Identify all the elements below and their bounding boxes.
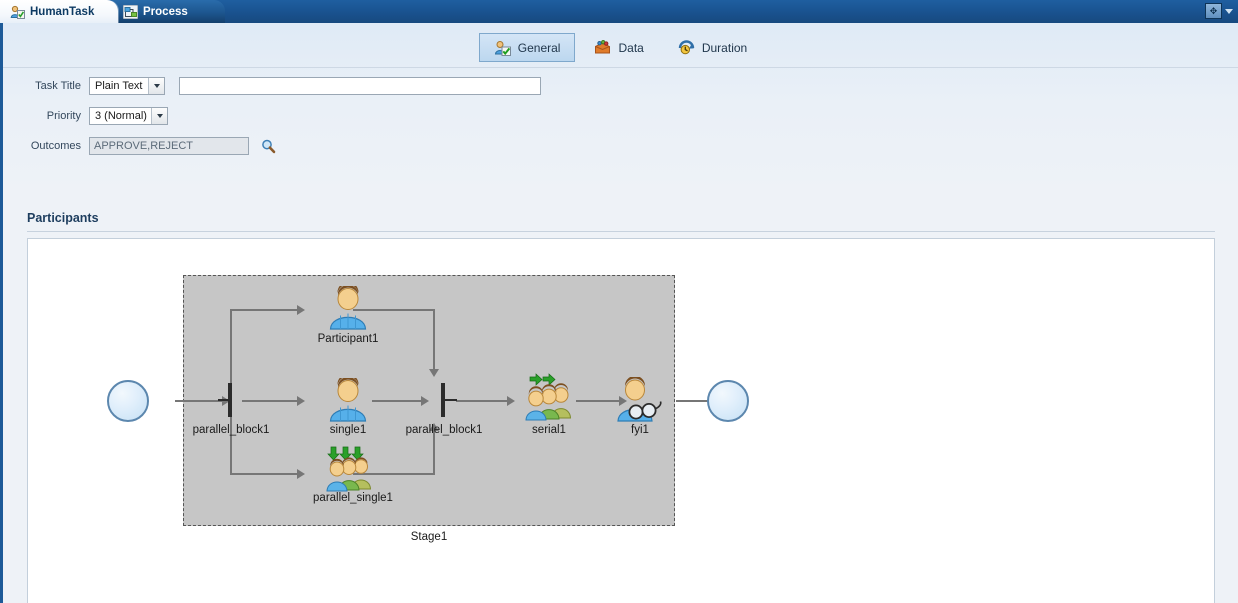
node-label-parallel-single1: parallel_single1 (313, 492, 393, 504)
connector-arrow-icon (297, 469, 305, 479)
connector (576, 400, 620, 402)
start-event-icon (107, 380, 149, 422)
gateway-icon (431, 383, 457, 417)
tab-label: Duration (701, 40, 748, 55)
task-title-input[interactable] (179, 77, 541, 95)
priority-select[interactable]: 3 (Normal) (89, 107, 168, 125)
titlebar-menu-arrow-icon[interactable] (1225, 8, 1233, 14)
node-end[interactable] (707, 380, 749, 422)
node-label-participant1: Participant1 (317, 333, 379, 345)
task-title-type-select[interactable]: Plain Text (89, 77, 165, 95)
window-tab-label: HumanTask (30, 5, 95, 18)
window-tab-process[interactable]: Process (113, 0, 225, 23)
task-title-type-value: Plain Text (95, 80, 143, 92)
node-fyi1[interactable] (615, 377, 665, 423)
chevron-down-icon[interactable] (151, 108, 167, 124)
process-diagram-icon (123, 4, 138, 19)
participants-canvas[interactable]: Stage1 parallel_block1 Participant1 sing… (27, 238, 1215, 603)
window-tab-humantask[interactable]: HumanTask (0, 0, 118, 23)
titlebar-buttons: ✥ (1205, 3, 1233, 19)
task-title-label: Task Title (35, 80, 81, 92)
connector-arrow-icon (297, 396, 305, 406)
window-titlebar: Process HumanTask ✥ (0, 0, 1238, 23)
node-label-parallel-block-fork: parallel_block1 (192, 424, 270, 436)
single-user-icon (327, 286, 369, 330)
outcomes-label: Outcomes (30, 140, 81, 152)
stage-label: Stage1 (410, 531, 448, 543)
node-serial1[interactable] (522, 373, 576, 423)
serial-users-icon (522, 373, 576, 423)
connector-arrow-icon (297, 305, 305, 315)
node-parallel-single1[interactable] (324, 445, 374, 493)
node-parallel-block-join[interactable] (431, 383, 457, 417)
fyi-user-icon (615, 377, 665, 423)
node-single1[interactable] (327, 378, 369, 422)
chevron-down-icon[interactable] (148, 78, 164, 94)
parallel-users-icon (324, 445, 374, 493)
tab-general[interactable]: General (478, 33, 576, 62)
node-start[interactable] (107, 380, 149, 422)
node-participant1[interactable] (327, 286, 369, 330)
connector (230, 473, 298, 475)
tab-label: Data (618, 40, 644, 55)
tab-data[interactable]: Data (579, 33, 658, 62)
single-user-icon (327, 378, 369, 422)
connector (242, 400, 298, 402)
section-tabs: General Data Duration (3, 28, 1238, 68)
move-icon: ✥ (1209, 5, 1218, 16)
tab-duration[interactable]: Duration (663, 33, 762, 62)
magnifier-icon[interactable] (261, 139, 276, 154)
connector-arrow-icon (429, 369, 439, 377)
connector-arrow-icon (421, 396, 429, 406)
data-icon (594, 39, 611, 56)
node-parallel-block-fork[interactable] (218, 383, 244, 417)
human-task-icon (10, 5, 25, 19)
restore-window-button[interactable]: ✥ (1205, 3, 1222, 19)
node-label-parallel-block-join: parallel_block1 (405, 424, 483, 436)
main-panel: General Data Duration Task Title Plain T… (0, 23, 1238, 603)
application-window: Process HumanTask ✥ General Data Duratio… (0, 0, 1238, 603)
connector (433, 309, 435, 371)
window-tab-label: Process (143, 5, 188, 18)
outcomes-input[interactable] (89, 137, 249, 155)
general-form: Task Title Plain Text Priority 3 (Normal… (3, 73, 1238, 163)
connector (175, 400, 223, 402)
node-label-serial1: serial1 (532, 424, 566, 436)
divider (27, 231, 1215, 232)
task-title-row: Task Title Plain Text (3, 73, 1238, 99)
connector (230, 309, 298, 311)
outcomes-row: Outcomes (3, 133, 1238, 159)
connector-arrow-icon (507, 396, 515, 406)
duration-icon (678, 39, 695, 56)
general-icon (494, 40, 511, 56)
connector (372, 400, 422, 402)
page-title: Participants (27, 211, 99, 225)
tab-label: General (517, 40, 561, 55)
priority-label: Priority (46, 110, 81, 122)
end-event-icon (707, 380, 749, 422)
connector (456, 400, 508, 402)
priority-row: Priority 3 (Normal) (3, 103, 1238, 129)
node-label-fyi1: fyi1 (631, 424, 649, 436)
gateway-icon (218, 383, 244, 417)
priority-value: 3 (Normal) (95, 110, 147, 122)
